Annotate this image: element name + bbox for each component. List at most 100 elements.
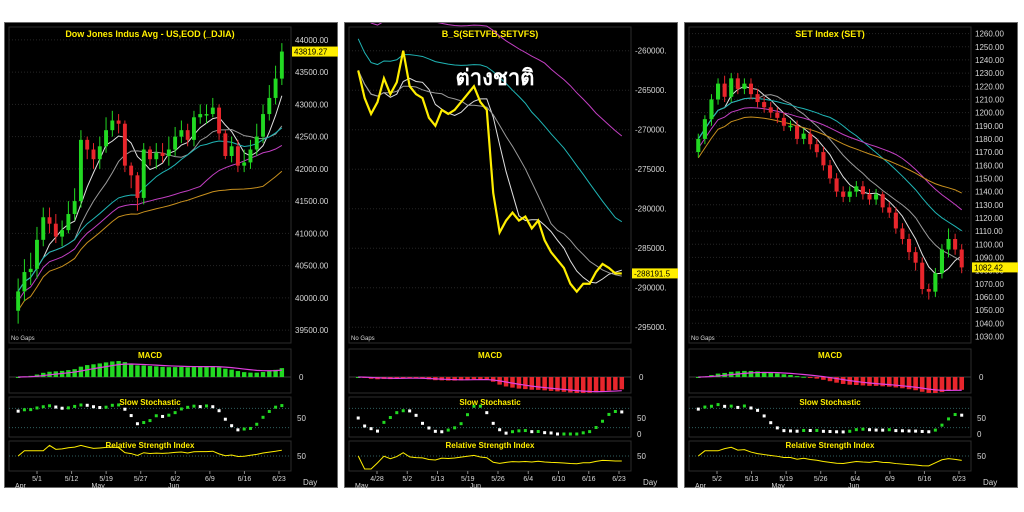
stoch-dot bbox=[154, 414, 158, 418]
macd-bar bbox=[959, 377, 965, 390]
stoch-dot bbox=[179, 407, 183, 411]
y-axis-tick-label: 43000.00 bbox=[295, 100, 329, 109]
stoch-dot bbox=[211, 405, 215, 409]
date-tick-label: 6/9 bbox=[205, 476, 215, 483]
y-axis-tick-label: 1130.00 bbox=[975, 201, 1004, 210]
macd-title: MACD bbox=[478, 351, 502, 360]
candle-body bbox=[946, 238, 951, 250]
y-axis-tick-label: -280000. bbox=[635, 205, 667, 214]
y-axis-tick-label: 1210.00 bbox=[975, 95, 1004, 104]
moving-average-line bbox=[17, 170, 283, 311]
stoch-dot bbox=[35, 406, 39, 410]
stoch-tick-label: 50 bbox=[297, 414, 306, 423]
stoch-dot bbox=[769, 421, 773, 425]
stoch-dot bbox=[421, 421, 424, 425]
stoch-dot bbox=[498, 428, 502, 432]
last-price-label: 1082.42 bbox=[974, 263, 1003, 272]
stoch-dot bbox=[401, 409, 405, 413]
candle-body bbox=[217, 107, 222, 134]
date-tick-label: 6/4 bbox=[850, 476, 860, 483]
candle-body bbox=[41, 217, 46, 240]
candle-body bbox=[735, 78, 740, 89]
stoch-dot bbox=[91, 405, 95, 409]
y-axis-tick-label: 1070.00 bbox=[975, 280, 1004, 289]
rsi-line bbox=[697, 446, 962, 467]
date-tick-label: 6/4 bbox=[523, 476, 533, 483]
stoch-dot bbox=[66, 406, 70, 410]
stoch-dot bbox=[601, 419, 604, 423]
y-axis-tick-label: -290000. bbox=[635, 284, 667, 293]
stoch-dot bbox=[395, 411, 399, 415]
candle-body bbox=[841, 191, 846, 197]
y-axis-tick-label: 1120.00 bbox=[975, 214, 1004, 223]
stoch-dot bbox=[723, 404, 727, 408]
rsi-tick-label: 50 bbox=[637, 452, 646, 461]
macd-bar bbox=[619, 377, 625, 390]
stoch-dot bbox=[60, 406, 64, 410]
macd-bar bbox=[267, 371, 272, 377]
date-tick-label: 6/10 bbox=[552, 476, 566, 483]
stoch-dot bbox=[466, 413, 469, 417]
y-axis-tick-label: 41000.00 bbox=[295, 229, 329, 238]
candle-body bbox=[22, 272, 27, 292]
macd-bar bbox=[801, 376, 806, 378]
djia-chart-panel[interactable]: Dow Jones Indus Avg - US,EOD (_DJIA) 4400… bbox=[4, 22, 338, 489]
y-axis-tick-label: -285000. bbox=[635, 244, 667, 253]
y-axis-tick-label: 1180.00 bbox=[975, 135, 1004, 144]
stoch-dot bbox=[261, 415, 265, 419]
chart-svg: B_S(SETVFB,SETVFS) -260000. -265000. -27000… bbox=[348, 23, 678, 489]
stoch-dot bbox=[29, 408, 33, 412]
date-tick-label: 5/1 bbox=[32, 476, 42, 483]
candle-body bbox=[229, 146, 234, 156]
stoch-tick-label: 50 bbox=[637, 414, 646, 423]
candle-body bbox=[834, 178, 839, 192]
stoch-dot bbox=[749, 406, 753, 410]
candle-body bbox=[867, 194, 872, 200]
macd-bar bbox=[223, 368, 228, 377]
stoch-tick-label: 0 bbox=[977, 430, 982, 439]
stoch-dot bbox=[581, 431, 585, 435]
stoch-dot bbox=[556, 432, 559, 436]
candle-body bbox=[847, 191, 852, 197]
date-tick-label: 6/16 bbox=[918, 476, 932, 483]
stoch-dot bbox=[167, 413, 171, 417]
stoch-dot bbox=[382, 420, 386, 424]
candle-body bbox=[926, 289, 931, 292]
stoch-dot bbox=[161, 414, 165, 418]
watermark-label: ต่างชาติ bbox=[456, 65, 535, 90]
stoch-dot bbox=[874, 428, 878, 432]
date-tick-label: 5/13 bbox=[745, 476, 759, 483]
set-index-chart-panel[interactable]: SET Index (SET) 1260.00 1250.00 1240.00 1230… bbox=[684, 22, 1018, 489]
y-axis-tick-label: 44000.00 bbox=[295, 36, 329, 45]
stoch-dot bbox=[186, 405, 190, 409]
foreign-flow-chart-panel[interactable]: B_S(SETVFB,SETVFS) -260000. -265000. -27000… bbox=[344, 22, 678, 489]
stoch-dot bbox=[104, 405, 108, 409]
candle-body bbox=[900, 228, 905, 239]
rsi-tick-label: 50 bbox=[977, 452, 986, 461]
macd-bar bbox=[593, 377, 599, 393]
candle-body bbox=[85, 139, 90, 150]
macd-bar bbox=[781, 374, 787, 377]
y-axis-tick-label: 1160.00 bbox=[975, 161, 1004, 170]
stoch-dot bbox=[459, 422, 463, 426]
stoch-dot bbox=[217, 409, 221, 413]
stoch-dot bbox=[736, 405, 740, 409]
no-gaps-label: No Gaps bbox=[691, 336, 715, 342]
candle-body bbox=[185, 130, 190, 140]
stoch-dot bbox=[491, 421, 495, 425]
candle-body bbox=[709, 99, 714, 120]
moving-average-line bbox=[697, 107, 963, 211]
macd-bar bbox=[542, 377, 547, 391]
stoch-tick-label: 0 bbox=[637, 430, 642, 439]
candle-body bbox=[35, 239, 39, 269]
macd-bar bbox=[478, 377, 483, 380]
y-axis-tick-label: 1220.00 bbox=[975, 82, 1004, 91]
candle-body bbox=[104, 130, 108, 147]
candle-body bbox=[148, 149, 152, 160]
macd-bar bbox=[248, 372, 253, 377]
macd-bar bbox=[748, 370, 754, 377]
month-label: Apr bbox=[15, 483, 27, 489]
stoch-dot bbox=[41, 405, 45, 409]
macd-bar bbox=[72, 369, 77, 377]
macd-bar bbox=[160, 366, 165, 377]
